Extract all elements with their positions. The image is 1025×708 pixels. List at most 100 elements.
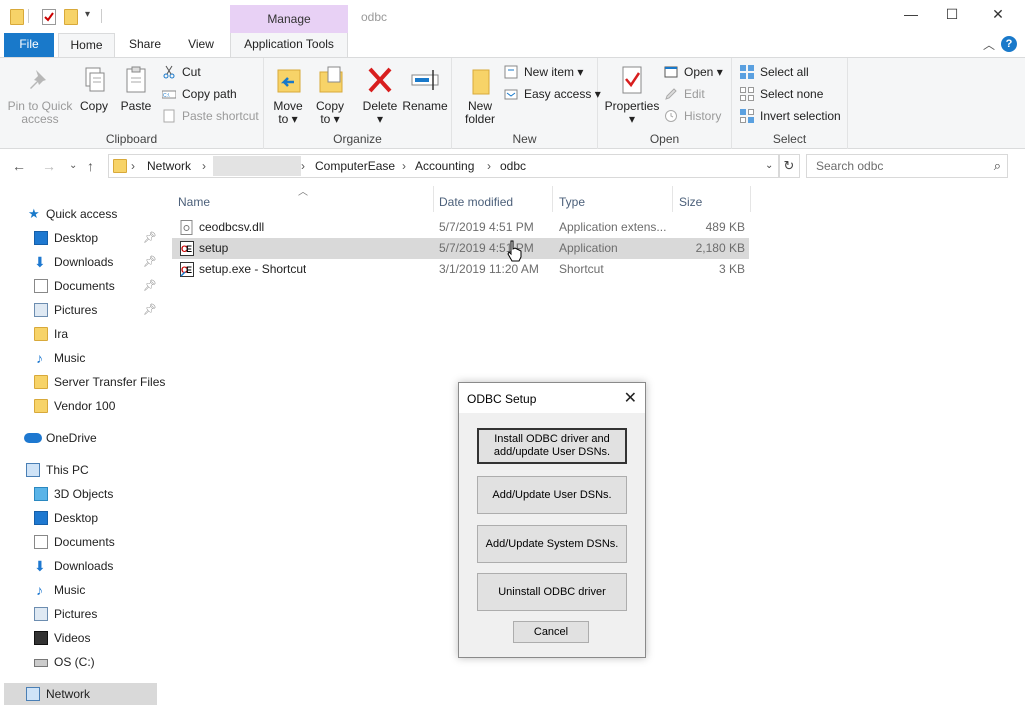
up-arrow-icon[interactable]: ↑ (87, 158, 94, 174)
properties-button[interactable]: Properties ▾ (604, 62, 660, 126)
nav-server-transfer-files[interactable]: Server Transfer Files (0, 371, 165, 393)
help-icon[interactable]: ? (1001, 36, 1017, 52)
pin-icon[interactable]: 📌︎ (143, 251, 157, 273)
nav-this-pc[interactable]: This PC (0, 459, 158, 481)
invert-selection-button[interactable]: Invert selection (740, 107, 841, 125)
column-header-size[interactable]: Size (679, 190, 702, 214)
nav-pc-downloads[interactable]: ⬇ Downloads (0, 555, 158, 577)
nav-pc-desktop[interactable]: Desktop (0, 507, 158, 529)
crumb-odbc[interactable]: odbc (500, 159, 526, 173)
film-icon (34, 631, 48, 645)
address-dropdown-chevron-icon[interactable]: ⌄ (765, 160, 773, 171)
pin-icon[interactable]: 📌︎ (143, 299, 157, 321)
file-row[interactable]: CE setup 5/7/2019 4:51 PM Application 2,… (172, 238, 749, 259)
column-divider[interactable] (672, 186, 673, 212)
new-item-button[interactable]: New item ▾ (504, 63, 583, 81)
nav-documents[interactable]: Documents 📌︎ (0, 275, 158, 297)
delete-x-icon (364, 64, 396, 96)
pin-quick-access-button[interactable]: Pin to Quick access (4, 62, 76, 126)
nav-onedrive[interactable]: OneDrive (0, 427, 158, 449)
open-button[interactable]: Open ▾ (664, 63, 723, 81)
tab-view[interactable]: View (176, 33, 226, 57)
nav-3d-objects[interactable]: 3D Objects (0, 483, 158, 505)
address-bar[interactable]: › Network › › ComputerEase › Accounting … (108, 154, 780, 178)
new-folder-qa-icon[interactable] (64, 9, 78, 25)
nav-music[interactable]: ♪ Music (0, 347, 158, 369)
nav-pc-documents[interactable]: Documents (0, 531, 158, 553)
file-list: ︿ Name Date modified Type Size ceodbcsv.… (172, 186, 752, 286)
tab-home[interactable]: Home (58, 33, 115, 57)
paste-shortcut-button[interactable]: Paste shortcut (162, 107, 259, 125)
minimize-button[interactable]: — (896, 6, 926, 26)
collapse-ribbon-icon[interactable]: ︿ (983, 36, 995, 53)
tab-share[interactable]: Share (120, 33, 170, 57)
column-header-type[interactable]: Type (559, 190, 585, 214)
drive-icon (34, 659, 48, 667)
copy-button[interactable]: Copy (76, 62, 112, 113)
nav-vendor-100[interactable]: Vendor 100 (0, 395, 158, 417)
file-row[interactable]: CE setup.exe - Shortcut 3/1/2019 11:20 A… (172, 259, 749, 280)
refresh-icon[interactable]: ↻ (778, 154, 800, 178)
cut-button[interactable]: Cut (162, 63, 201, 81)
customize-qa-icon[interactable]: ▾ (85, 9, 90, 20)
nav-pc-pictures[interactable]: Pictures (0, 603, 158, 625)
dialog-close-icon[interactable]: ✕ (624, 388, 637, 408)
computer-icon (26, 463, 40, 477)
rename-button[interactable]: Rename (402, 62, 448, 113)
new-folder-button[interactable]: New folder (460, 62, 500, 126)
nav-pc-music[interactable]: ♪ Music (0, 579, 158, 601)
easy-access-button[interactable]: Easy access ▾ (504, 85, 601, 103)
uninstall-odbc-driver-button[interactable]: Uninstall ODBC driver (477, 573, 627, 611)
column-header-date[interactable]: Date modified (439, 190, 513, 214)
copy-to-button[interactable]: Copy to ▾ (312, 62, 348, 126)
new-folder-icon (464, 64, 496, 96)
nav-downloads[interactable]: ⬇ Downloads 📌︎ (0, 251, 158, 273)
dialog-title: ODBC Setup (467, 392, 537, 406)
forward-arrow-icon[interactable]: → (42, 158, 56, 174)
nav-desktop[interactable]: Desktop 📌︎ (0, 227, 158, 249)
crumb-accounting[interactable]: Accounting (415, 159, 474, 173)
open-group-label: Open (649, 132, 680, 146)
back-arrow-icon[interactable]: ← (12, 158, 26, 174)
ribbon-tabs: File Home Share View Application Tools ︿… (0, 33, 1025, 57)
manage-context-tab[interactable]: Manage (230, 5, 348, 33)
add-update-user-dsns-button[interactable]: Add/Update User DSNs. (477, 476, 627, 514)
nav-quick-access[interactable]: ★ Quick access (0, 203, 158, 225)
delete-button[interactable]: Delete ▾ (360, 62, 400, 126)
cancel-button[interactable]: Cancel (513, 621, 589, 643)
properties-qa-icon[interactable] (42, 9, 56, 25)
folder-icon (34, 399, 48, 413)
nav-network[interactable]: Network (4, 683, 157, 705)
file-row[interactable]: ceodbcsv.dll 5/7/2019 4:51 PM Applicatio… (172, 217, 749, 238)
new-item-icon (504, 65, 518, 79)
crumb-computerease[interactable]: ComputerEase (315, 159, 395, 173)
column-divider[interactable] (750, 186, 751, 212)
move-to-button[interactable]: Move to ▾ (270, 62, 306, 126)
select-all-button[interactable]: Select all (740, 63, 809, 81)
search-input[interactable]: Search odbc (816, 159, 883, 173)
crumb-network[interactable]: Network (147, 159, 191, 173)
nav-ira[interactable]: Ira (0, 323, 158, 345)
nav-pictures[interactable]: Pictures 📌︎ (0, 299, 158, 321)
download-arrow-icon: ⬇ (34, 558, 46, 574)
tab-application-tools[interactable]: Application Tools (230, 33, 348, 57)
select-none-button[interactable]: Select none (740, 85, 823, 103)
close-button[interactable]: ✕ (983, 6, 1013, 26)
copy-path-button[interactable]: C:\ Copy path (161, 85, 237, 103)
nav-os-c[interactable]: OS (C:) (0, 651, 158, 673)
recent-locations-chevron-icon[interactable]: ⌄ (69, 160, 77, 171)
tab-file[interactable]: File (4, 33, 54, 57)
install-odbc-driver-button[interactable]: Install ODBC driver and add/update User … (477, 428, 627, 464)
maximize-button[interactable]: ☐ (937, 6, 967, 26)
paste-button[interactable]: Paste (118, 62, 154, 113)
edit-button[interactable]: Edit (664, 85, 705, 103)
column-divider[interactable] (552, 186, 553, 212)
add-update-system-dsns-button[interactable]: Add/Update System DSNs. (477, 525, 627, 563)
nav-pc-videos[interactable]: Videos (0, 627, 158, 649)
pin-icon[interactable]: 📌︎ (143, 227, 157, 249)
column-divider[interactable] (433, 186, 434, 212)
column-header-name[interactable]: Name (178, 190, 210, 214)
pin-icon[interactable]: 📌︎ (143, 275, 157, 297)
search-box[interactable]: Search odbc ⌕ (806, 154, 1008, 178)
history-button[interactable]: History (664, 107, 721, 125)
